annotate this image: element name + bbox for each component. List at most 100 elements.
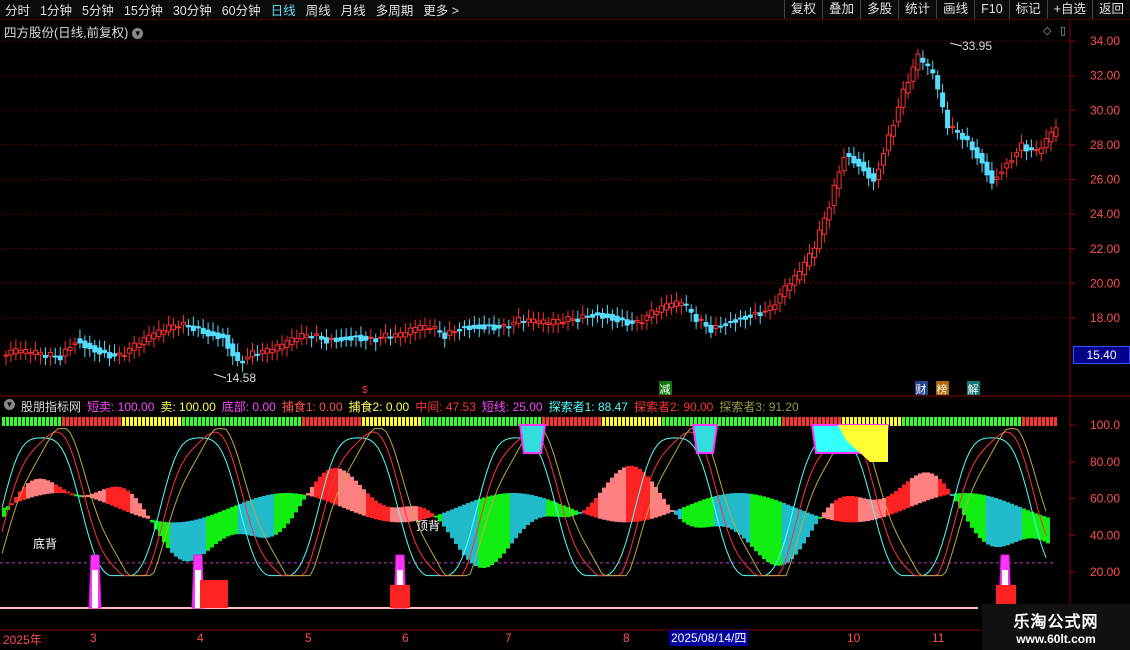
candle-body	[762, 310, 768, 313]
mid-band-block	[30, 480, 34, 498]
signal-strip-bar	[94, 417, 97, 426]
signal-strip-bar	[382, 417, 385, 426]
mid-band-block	[850, 495, 854, 523]
mid-band-block	[178, 522, 182, 560]
candle-body	[905, 81, 911, 94]
signal-strip-bar	[602, 417, 605, 426]
mid-band-block	[990, 496, 994, 547]
candle-body	[205, 329, 211, 337]
ind-tick-label: 60.00	[1090, 492, 1120, 506]
candle-body	[940, 92, 946, 108]
signal-strip-bar	[46, 417, 49, 426]
signal-strip-bar	[1014, 417, 1017, 426]
mid-band-block	[86, 494, 90, 498]
signal-strip-bar	[190, 417, 193, 426]
mid-band-block	[138, 503, 142, 517]
signal-strip-bar	[130, 417, 133, 426]
candle-body	[195, 326, 201, 329]
signal-strip-bar	[622, 417, 625, 426]
candle-body	[254, 353, 260, 356]
signal-strip-bar	[946, 417, 949, 426]
mid-band-block	[938, 479, 942, 497]
mid-band-block	[462, 504, 466, 556]
mid-band-block	[770, 498, 774, 565]
signal-strip-bar	[730, 417, 733, 426]
signal-strip-bar	[142, 417, 145, 426]
mid-band-block	[114, 486, 118, 508]
candle-body	[846, 153, 852, 157]
mid-band-block	[446, 511, 450, 533]
candle-body	[555, 319, 561, 325]
mid-band-block	[946, 488, 950, 495]
signal-strip-bar	[1026, 417, 1029, 426]
date-cursor: 2025/08/14/四	[669, 630, 749, 646]
mid-band-block	[382, 505, 386, 521]
candle-body	[358, 334, 364, 342]
mid-band-block	[862, 498, 866, 522]
signal-strip-bar	[626, 417, 629, 426]
signal-strip-bar	[82, 417, 85, 426]
candle-body	[422, 325, 428, 331]
signal-strip-bar	[294, 417, 297, 426]
signal-strip-bar	[582, 417, 585, 426]
candle-body	[777, 293, 783, 304]
mid-band-block	[658, 492, 662, 517]
candle-body	[624, 319, 630, 326]
mid-band-block	[846, 495, 850, 523]
mid-band-block	[942, 483, 946, 496]
mid-band-block	[286, 492, 290, 524]
candle-body	[693, 314, 699, 322]
candle-body	[506, 326, 512, 329]
candle-body	[718, 325, 724, 328]
signal-strip-bar	[238, 417, 241, 426]
candle-body	[57, 355, 63, 361]
price-tick-label: 22.00	[1090, 242, 1120, 256]
signal-strip-bar	[430, 417, 433, 426]
price-tick-label: 30.00	[1090, 103, 1120, 117]
candle-body	[935, 75, 941, 90]
mid-band-block	[358, 484, 362, 515]
signal-strip-bar	[486, 417, 489, 426]
ind-tick-label: 80.00	[1090, 455, 1120, 469]
mid-band-block	[1046, 517, 1050, 544]
chevron-down-icon[interactable]: ▼	[4, 399, 15, 410]
candle-body	[866, 167, 872, 179]
candle-body	[210, 331, 216, 336]
date-label: 8	[623, 631, 630, 645]
signal-strip-bar	[910, 417, 913, 426]
signal-strip-bar	[570, 417, 573, 426]
signal-strip-bar	[250, 417, 253, 426]
candle-body	[328, 337, 334, 340]
signal-strip-bar	[494, 417, 497, 426]
signal-strip-bar	[154, 417, 157, 426]
signal-strip-bar	[150, 417, 153, 426]
signal-strip-bar	[942, 417, 945, 426]
candle-body	[269, 348, 275, 354]
mid-band-block	[558, 503, 562, 518]
mid-band-block	[394, 507, 398, 523]
mid-band-block	[98, 490, 102, 501]
signal-strip-bar	[998, 417, 1001, 426]
mid-band-block	[142, 509, 146, 518]
signal-strip-bar	[218, 417, 221, 426]
small-icon: ▯	[1060, 25, 1066, 37]
mid-band-block	[254, 498, 258, 537]
signal-strip-bar	[802, 417, 805, 426]
mid-band-block	[838, 497, 842, 522]
indicator-value: 中间: 47.53	[415, 400, 476, 414]
candle-body	[82, 340, 88, 349]
high-label: 33.95	[962, 39, 992, 53]
indicator-name[interactable]: 股朋指标网	[21, 398, 81, 414]
mid-band-block	[350, 476, 354, 512]
date-label: 10	[847, 631, 861, 645]
mid-band-block	[614, 473, 618, 522]
candle-body	[274, 344, 280, 352]
mid-band-block	[618, 469, 622, 523]
candle-body	[402, 332, 408, 338]
mid-band-block	[282, 493, 286, 529]
candle-body	[363, 335, 369, 341]
candle-body	[713, 324, 719, 329]
mid-band-block	[542, 498, 546, 517]
signal-strip-bar	[222, 417, 225, 426]
candle-body	[38, 352, 44, 356]
